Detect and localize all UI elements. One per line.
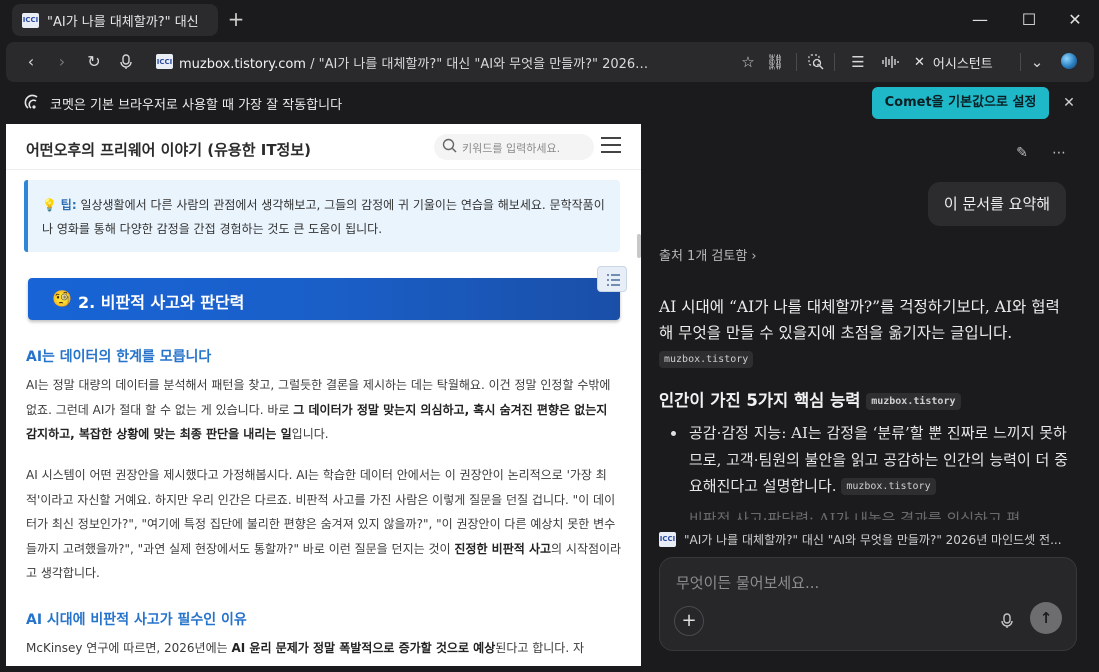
web-page: 어떤오후의 프리웨어 이야기 (유용한 IT정보) 키워드를 입력하세요. 💡 …: [6, 124, 641, 666]
site-search-input[interactable]: 키워드를 입력하세요.: [434, 134, 594, 160]
search-icon: [442, 138, 457, 153]
close-window-icon[interactable]: ✕: [1062, 8, 1088, 32]
section-title: 2. 비판적 사고와 판단력: [78, 293, 245, 312]
maximize-icon[interactable]: ☐: [1016, 8, 1042, 32]
reload-icon[interactable]: ↻: [82, 50, 106, 74]
list-icon: [607, 274, 620, 286]
page-context-pill[interactable]: ICCI "AI가 나를 대체할까?" 대신 "AI와 무엇을 만들까?" 20…: [659, 526, 1079, 552]
title-bar: ICCI "AI가 나를 대체할까?" 대신 + — ☐ ✕: [0, 0, 1099, 40]
subheading-critical-thinking[interactable]: AI 시대에 비판적 사고가 필수인 이유: [26, 609, 247, 629]
context-title: "AI가 나를 대체할까?" 대신 "AI와 무엇을 만들까?" 2026년 마…: [684, 532, 1062, 547]
assistant-label: 어시스턴트: [932, 56, 993, 72]
citation-chip[interactable]: muzbox.tistory: [659, 351, 754, 368]
bullet-dot: [671, 431, 676, 436]
summary-lines-icon[interactable]: ☰: [846, 50, 870, 74]
lightbulb-icon: 💡: [42, 198, 57, 212]
url-favicon-icon: ICCI: [156, 54, 173, 69]
bookmark-star-icon[interactable]: ☆: [736, 50, 760, 74]
answer-bullet-partial: 비판적 사고·판단력: AI가 내놓은 결과를 의심하고 편: [689, 510, 1021, 520]
paragraph-3-text: McKinsey 연구에 따르면, 2026년에는: [26, 641, 232, 655]
notice-text: 코멧은 기본 브라우저로 사용할 때 가장 잘 작동합니다: [50, 98, 343, 113]
subheading-data-limits[interactable]: AI는 데이터의 한계를 모릅니다: [26, 346, 211, 366]
paragraph-2: AI 시스템이 어떤 권장안을 제시했다고 가정해봅시다. AI는 학습한 데이…: [26, 463, 622, 586]
answer-paragraph: AI 시대에 “AI가 나를 대체할까?”를 걱정하기보다, AI와 협력해 무…: [659, 294, 1067, 372]
close-notice-icon[interactable]: ✕: [1058, 92, 1080, 114]
tip-box: 💡 팁: 일상생활에서 다른 사람의 관점에서 생각해보고, 그들의 감정에 귀…: [24, 180, 620, 252]
new-chat-edit-icon[interactable]: ✎: [1011, 142, 1033, 164]
comet-logo-icon: [24, 94, 38, 109]
tip-label: 팁:: [60, 198, 77, 212]
search-placeholder: 키워드를 입력하세요.: [462, 142, 561, 155]
site-header: 어떤오후의 프리웨어 이야기 (유용한 IT정보) 키워드를 입력하세요.: [6, 124, 641, 170]
page-scrollbar[interactable]: [637, 234, 641, 258]
microphone-icon[interactable]: [996, 610, 1018, 632]
paragraph-3-end: 된다고 합니다. 자: [495, 641, 585, 655]
browser-tab[interactable]: ICCI "AI가 나를 대체할까?" 대신: [12, 4, 218, 36]
close-assistant-icon: ✕: [914, 54, 925, 70]
tip-text: 💡 팁: 일상생활에서 다른 사람의 관점에서 생각해보고, 그들의 감정에 귀…: [42, 193, 612, 241]
new-tab-plus-icon[interactable]: +: [226, 8, 246, 32]
page-search-icon[interactable]: [804, 50, 828, 74]
paragraph-3: McKinsey 연구에 따르면, 2026년에는 AI 윤리 문제가 정말 폭…: [26, 636, 622, 661]
table-of-contents-button[interactable]: [597, 266, 627, 292]
chevron-down-icon[interactable]: ⌄: [1025, 50, 1049, 74]
answer-heading: 인간이 가진 5가지 핵심 능력 muzbox.tistory: [659, 387, 961, 411]
site-favicon-icon: ICCI: [22, 12, 39, 28]
default-browser-notice: 코멧은 기본 브라우저로 사용할 때 가장 잘 작동합니다 Comet을 기본값…: [0, 84, 1099, 122]
citation-chip[interactable]: muzbox.tistory: [841, 478, 936, 495]
tab-title: "AI가 나를 대체할까?" 대신: [47, 14, 199, 30]
answer-heading-text: 인간이 가진 5가지 핵심 능력: [659, 391, 861, 410]
ask-input-placeholder: 무엇이든 물어보세요...: [676, 574, 820, 592]
answer-text: AI 시대에 “AI가 나를 대체할까?”를 걱정하기보다, AI와 협력해 무…: [659, 298, 1060, 342]
url-domain: muzbox.tistory.com: [179, 57, 306, 72]
paragraph-1: AI는 정말 대량의 데이터를 분석해서 패턴을 찾고, 그럴듯한 결론을 제시…: [26, 373, 622, 447]
send-arrow-icon[interactable]: ↑: [1030, 602, 1062, 634]
paragraph-2-bold: 진정한 비판적 사고: [454, 541, 552, 556]
site-title[interactable]: 어떤오후의 프리웨어 이야기 (유용한 IT정보): [26, 139, 311, 160]
browser-toolbar: ‹ › ↻ ICCI muzbox.tistory.com / "AI가 나를 …: [6, 42, 1094, 82]
context-favicon-icon: ICCI: [659, 531, 676, 547]
forward-arrow-icon[interactable]: ›: [50, 50, 74, 74]
ask-input-box[interactable]: 무엇이든 물어보세요... + ↑: [659, 557, 1077, 651]
audio-wave-icon[interactable]: [878, 50, 902, 74]
section-banner: 🧐 2. 비판적 사고와 판단력: [28, 278, 620, 320]
url-field[interactable]: muzbox.tistory.com / "AI가 나를 대체할까?" 대신 "…: [179, 53, 649, 72]
link-icon[interactable]: ⛓: [763, 50, 787, 74]
thinking-face-icon: 🧐: [52, 289, 72, 308]
set-default-button[interactable]: Comet을 기본값으로 설정: [872, 87, 1049, 119]
more-options-icon[interactable]: ⋯: [1048, 142, 1070, 164]
attach-plus-icon[interactable]: +: [674, 606, 704, 636]
answer-bullet: 공감·감정 지능: AI는 감정을 ‘분류’할 뿐 진짜로 느끼지 못하므로, …: [671, 420, 1069, 500]
url-path: / "AI가 나를 대체할까?" 대신 "AI와 무엇을 만들까?" 2026…: [305, 57, 649, 72]
toolbar-divider: [834, 53, 835, 71]
menu-hamburger-icon[interactable]: [601, 137, 621, 155]
minimize-icon[interactable]: —: [967, 8, 993, 32]
assistant-toggle-button[interactable]: ✕ 어시스턴트: [914, 50, 993, 74]
microphone-icon[interactable]: [114, 50, 138, 74]
user-message: 이 문서를 요약해: [928, 182, 1066, 226]
comet-orb-icon[interactable]: [1061, 53, 1077, 69]
tip-body: 일상생활에서 다른 사람의 관점에서 생각해보고, 그들의 감정에 귀 기울이는…: [42, 198, 605, 236]
sources-reviewed-link[interactable]: 출처 1개 검토함 ›: [659, 245, 757, 264]
toolbar-divider: [1020, 53, 1021, 71]
assistant-panel: ✎ ⋯ 이 문서를 요약해 출처 1개 검토함 › AI 시대에 “AI가 나를…: [643, 124, 1093, 666]
paragraph-3-bold: AI 윤리 문제가 정말 폭발적으로 증가할 것으로 예상: [231, 641, 496, 655]
toolbar-divider: [796, 53, 797, 71]
citation-chip[interactable]: muzbox.tistory: [866, 393, 961, 410]
back-arrow-icon[interactable]: ‹: [19, 50, 43, 74]
paragraph-1-end: 입니다.: [291, 427, 329, 441]
